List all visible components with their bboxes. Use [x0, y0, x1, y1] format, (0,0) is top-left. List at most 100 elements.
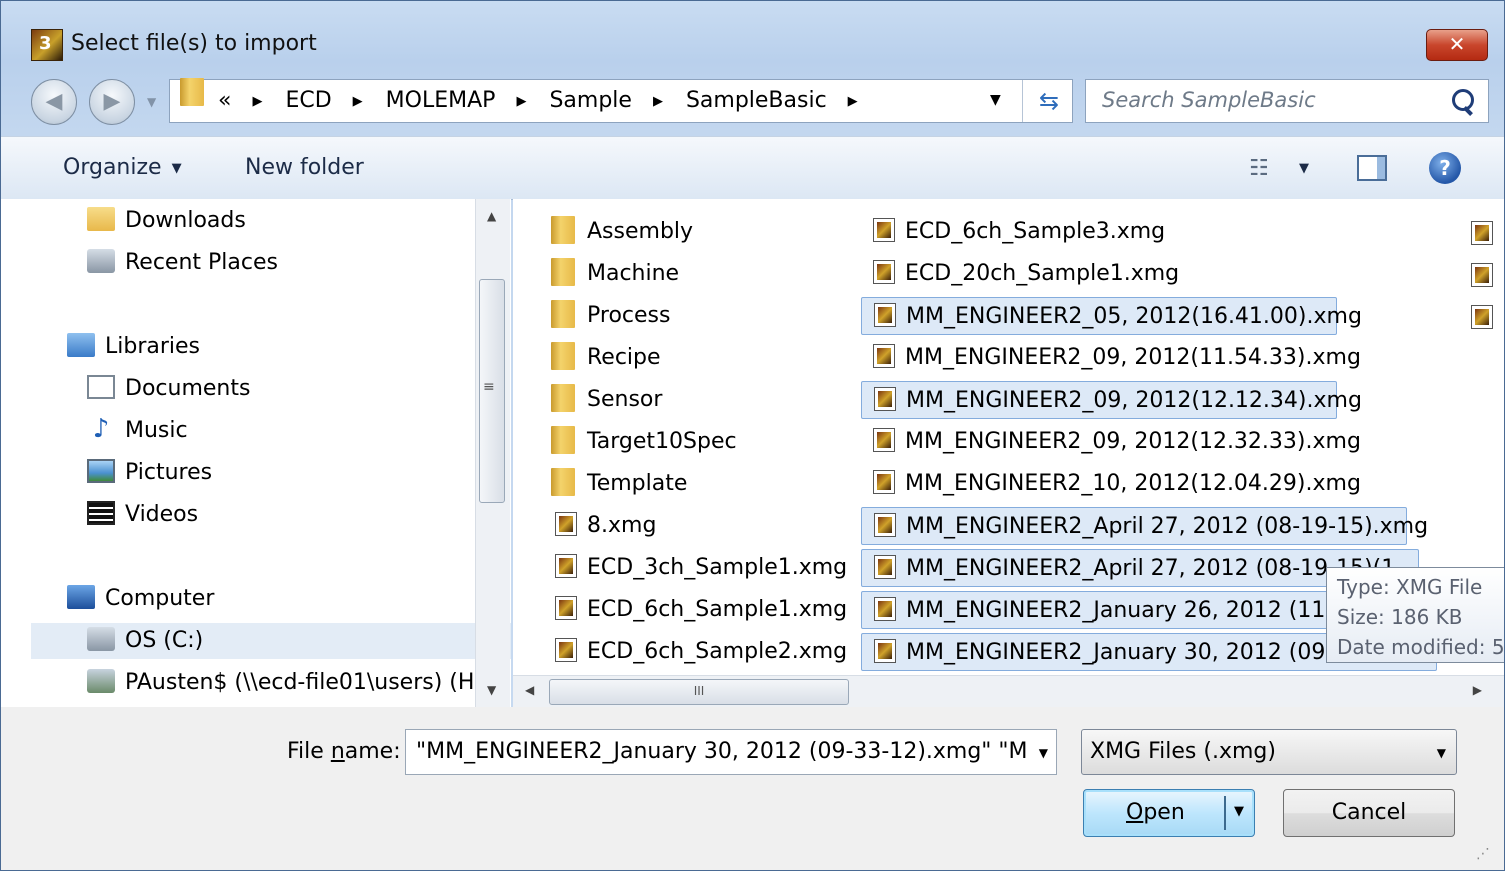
file-item-selected[interactable]: MM_ENGINEER2_09, 2012(12.12.34).xmg [861, 381, 1362, 419]
xmg-file-icon[interactable] [1471, 305, 1493, 329]
xmg-file-icon [874, 597, 896, 621]
xmg-file-icon [874, 555, 896, 579]
chevron-down-icon: ▼ [171, 160, 182, 176]
file-name-label: File name: [287, 739, 401, 764]
scroll-right-icon[interactable]: ▶ [1473, 683, 1482, 697]
file-item[interactable]: MM_ENGINEER2_10, 2012(12.04.29).xmg [873, 465, 1361, 503]
nav-item-music[interactable]: ♪ Music [87, 413, 188, 449]
cancel-button[interactable]: Cancel [1283, 789, 1455, 837]
refresh-button[interactable]: ⇆ [1022, 80, 1075, 122]
back-button[interactable]: ◀ [31, 79, 77, 125]
folder-item[interactable]: Sensor [551, 381, 662, 419]
file-name-field[interactable]: "MM_ENGINEER2_January 30, 2012 (09-33-12… [405, 729, 1057, 775]
address-bar[interactable]: « ▶ ECD ▶ MOLEMAP ▶ Sample ▶ SampleBasic… [169, 78, 1075, 123]
folder-icon [551, 468, 575, 496]
file-item[interactable]: ECD_3ch_Sample1.xmg [555, 549, 847, 587]
nav-item-os-c[interactable]: OS (C:) [31, 623, 511, 659]
chevron-right-icon[interactable]: ▶ [353, 94, 363, 109]
xmg-file-icon [555, 554, 577, 578]
close-button[interactable]: ✕ [1426, 29, 1488, 61]
nav-item-computer[interactable]: Computer [67, 581, 214, 617]
folder-icon [551, 426, 575, 454]
file-name: MM_ENGINEER2_09, 2012(11.54.33).xmg [905, 345, 1361, 370]
breadcrumb-item[interactable]: Sample [549, 88, 632, 113]
nav-item-pictures[interactable]: Pictures [87, 455, 212, 491]
nav-item-network-drive[interactable]: PAusten$ (\\ecd-file01\users) (H: [87, 665, 482, 701]
file-item[interactable]: MM_ENGINEER2_09, 2012(12.32.33).xmg [873, 423, 1361, 461]
chevron-right-icon[interactable]: ▶ [516, 94, 526, 109]
xmg-file-icon [874, 303, 896, 327]
help-icon[interactable]: ? [1429, 152, 1461, 184]
xmg-file-icon [555, 638, 577, 662]
tooltip-date: Date modified: 5 [1337, 635, 1505, 659]
scroll-up-icon[interactable]: ▲ [487, 209, 496, 223]
forward-button[interactable]: ▶ [89, 79, 135, 125]
file-item-selected[interactable]: MM_ENGINEER2_April 27, 2012 (08-19-15).x… [861, 507, 1428, 545]
preview-pane-icon[interactable] [1357, 155, 1387, 181]
nav-item-documents[interactable]: Documents [87, 371, 250, 407]
folder-item[interactable]: Template [551, 465, 687, 503]
label-part: File [287, 739, 331, 764]
file-item[interactable]: ECD_6ch_Sample3.xmg [873, 213, 1165, 251]
folder-item[interactable]: Target10Spec [551, 423, 737, 461]
chevron-down-icon[interactable]: ▼ [1437, 746, 1446, 760]
chevron-down-icon[interactable]: ▼ [1039, 746, 1048, 760]
dialog-footer: File name: "MM_ENGINEER2_January 30, 201… [1, 707, 1504, 870]
folder-item[interactable]: Assembly [551, 213, 693, 251]
scrollbar-thumb[interactable]: III [549, 679, 849, 705]
file-item-selected[interactable]: MM_ENGINEER2_05, 2012(16.41.00).xmg [861, 297, 1362, 335]
recent-locations-dropdown-icon[interactable]: ▼ [147, 95, 156, 109]
label-accelerator: O [1126, 800, 1144, 825]
navigation-pane: Downloads Recent Places Libraries Docume… [1, 199, 511, 707]
breadcrumb-item[interactable]: SampleBasic [686, 88, 827, 113]
folder-item[interactable]: Machine [551, 255, 679, 293]
xmg-file-icon[interactable] [1471, 263, 1493, 287]
file-name: MM_ENGINEER2_April 27, 2012 (08-19-15).x… [906, 514, 1429, 539]
resize-grip-icon[interactable]: ⋰ [1476, 846, 1490, 862]
breadcrumb-item[interactable]: ECD [285, 88, 331, 113]
file-list-scrollbar[interactable]: ◀ III ▶ [513, 675, 1504, 708]
file-item[interactable]: MM_ENGINEER2_09, 2012(11.54.33).xmg [873, 339, 1361, 377]
address-dropdown-icon[interactable]: ▼ [990, 92, 1001, 108]
label-part: pen [1143, 800, 1185, 825]
nav-item-videos[interactable]: Videos [87, 497, 198, 533]
drive-icon [87, 627, 115, 651]
organize-label: Organize [63, 155, 162, 180]
label-part: ame: [344, 739, 401, 764]
folder-icon [551, 384, 575, 412]
nav-item-label: PAusten$ (\\ecd-file01\users) (H: [125, 670, 482, 695]
new-folder-button[interactable]: New folder [245, 155, 364, 180]
xmg-file-icon [873, 260, 895, 284]
chevron-right-icon[interactable]: ▶ [848, 94, 858, 109]
scroll-down-icon[interactable]: ▼ [487, 683, 496, 697]
file-name: Sensor [587, 387, 663, 412]
nav-item-libraries[interactable]: Libraries [67, 329, 200, 365]
file-item[interactable]: ECD_6ch_Sample1.xmg [555, 591, 847, 629]
nav-item-downloads[interactable]: Downloads [87, 203, 246, 239]
folder-item[interactable]: Process [551, 297, 670, 335]
file-item[interactable]: ECD_6ch_Sample2.xmg [555, 633, 847, 671]
open-options-dropdown-icon[interactable]: ▼ [1234, 804, 1244, 819]
views-dropdown-icon[interactable]: ▼ [1299, 161, 1309, 176]
window-title: Select file(s) to import [71, 31, 317, 56]
breadcrumb-item[interactable]: MOLEMAP [386, 88, 496, 113]
nav-item-recent-places[interactable]: Recent Places [87, 245, 278, 281]
chevron-right-icon[interactable]: ▶ [653, 94, 663, 109]
xmg-file-icon [873, 344, 895, 368]
organize-button[interactable]: Organize ▼ [63, 155, 182, 180]
navigation-pane-scrollbar[interactable]: ▲ ≡ ▼ [475, 199, 510, 707]
chevron-right-icon[interactable]: ▶ [252, 94, 262, 109]
folder-item[interactable]: Recipe [551, 339, 661, 377]
search-input[interactable]: Search SampleBasic [1085, 79, 1489, 123]
file-item[interactable]: 8.xmg [555, 507, 656, 545]
xmg-file-icon[interactable] [1471, 221, 1493, 245]
xmg-file-icon [873, 428, 895, 452]
breadcrumb-overflow[interactable]: « [218, 88, 231, 113]
navigation-bar: ◀ ▶ ▼ « ▶ ECD ▶ MOLEMAP ▶ Sample ▶ Sampl… [1, 78, 1504, 125]
file-item[interactable]: ECD_20ch_Sample1.xmg [873, 255, 1179, 293]
search-icon[interactable] [1452, 89, 1474, 111]
scroll-left-icon[interactable]: ◀ [525, 683, 534, 697]
views-icon[interactable]: ☷ [1249, 156, 1269, 181]
file-type-select[interactable]: XMG Files (.xmg) ▼ [1081, 729, 1457, 775]
open-button[interactable]: Open ▼ [1083, 789, 1255, 837]
